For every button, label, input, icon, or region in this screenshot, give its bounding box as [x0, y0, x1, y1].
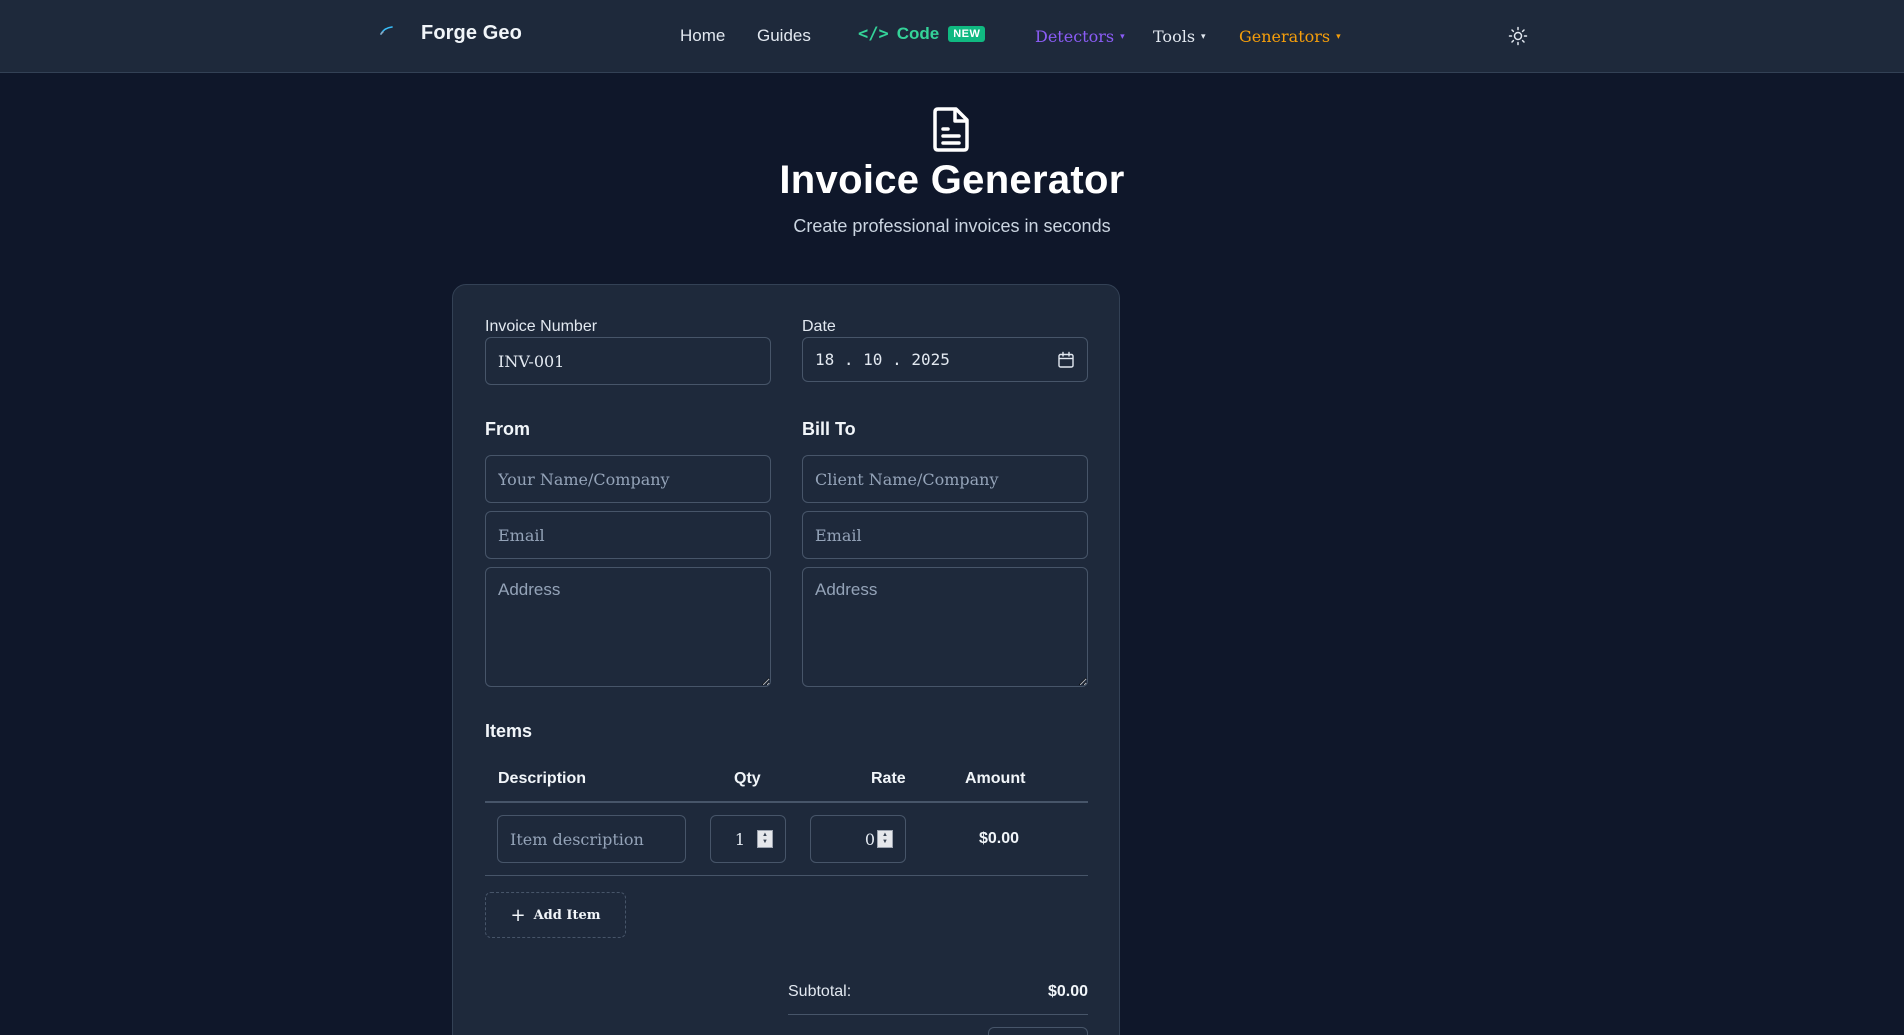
- invoice-number-label: Invoice Number: [485, 318, 598, 335]
- subtotal-label: Subtotal:: [788, 983, 852, 1000]
- item-qty-value: 1: [734, 829, 745, 849]
- date-label: Date: [802, 318, 836, 335]
- table-row-divider: [485, 875, 1088, 876]
- chevron-down-icon: ▾: [1336, 31, 1341, 42]
- column-header-amount: Amount: [965, 770, 1026, 787]
- brand-name: Forge Geo: [421, 22, 522, 44]
- plus-icon: +: [510, 904, 526, 926]
- nav-tools-label: Tools: [1153, 27, 1196, 46]
- document-icon: [933, 107, 969, 152]
- item-rate-input[interactable]: 0 ▲ ▼: [810, 815, 906, 863]
- qty-stepper-icon[interactable]: ▲ ▼: [757, 830, 773, 848]
- client-email-input[interactable]: [802, 511, 1088, 559]
- rate-stepper-icon[interactable]: ▲ ▼: [877, 830, 893, 848]
- item-description-input[interactable]: [497, 815, 686, 863]
- nav-generators-label: Generators: [1239, 27, 1331, 46]
- nav-code[interactable]: </> Code NEW: [858, 24, 986, 44]
- client-address-input[interactable]: [802, 567, 1088, 687]
- subtotal-divider: [788, 1014, 1088, 1015]
- billto-section-title: Bill To: [802, 419, 856, 439]
- code-icon: </>: [858, 24, 889, 44]
- nav-tools-dropdown[interactable]: Tools ▾: [1153, 27, 1206, 46]
- nav-generators-dropdown[interactable]: Generators ▾: [1239, 27, 1341, 46]
- nav-code-label: Code: [896, 24, 940, 43]
- item-qty-input[interactable]: 1 ▲ ▼: [710, 815, 786, 863]
- invoice-form-card: Invoice Number Date 18 . 10 . 2025 From …: [452, 284, 1120, 1035]
- page-subtitle: Create professional invoices in seconds: [793, 216, 1111, 236]
- column-header-qty: Qty: [734, 770, 761, 787]
- nav-guides[interactable]: Guides: [757, 26, 811, 46]
- chevron-down-icon: ▾: [1120, 31, 1125, 42]
- chevron-down-icon: ▾: [1201, 31, 1206, 42]
- client-name-input[interactable]: [802, 455, 1088, 503]
- tax-rate-input[interactable]: [988, 1027, 1088, 1035]
- add-item-button[interactable]: + Add Item: [485, 892, 626, 938]
- column-header-rate: Rate: [871, 770, 906, 787]
- brand-logo-icon: [380, 25, 393, 35]
- from-section-title: From: [485, 419, 530, 439]
- column-header-description: Description: [498, 770, 587, 787]
- sun-icon[interactable]: [1508, 26, 1528, 46]
- date-value: 18 . 10 . 2025: [815, 350, 950, 369]
- subtotal-value: $0.00: [1047, 983, 1088, 1000]
- date-input[interactable]: 18 . 10 . 2025: [802, 337, 1088, 382]
- page-title: Invoice Generator: [779, 158, 1125, 202]
- items-section-title: Items: [485, 721, 533, 741]
- from-address-input[interactable]: [485, 567, 771, 687]
- nav-detectors-label: Detectors: [1035, 27, 1115, 46]
- brand[interactable]: Forge Geo: [378, 22, 522, 45]
- navbar: Forge Geo Home Guides </> Code NEW Detec…: [0, 0, 1904, 73]
- table-header-divider: [485, 801, 1088, 803]
- calendar-icon[interactable]: [1057, 351, 1075, 369]
- item-rate-value: 0: [864, 829, 875, 849]
- invoice-number-input[interactable]: [485, 337, 771, 385]
- item-amount: $0.00: [979, 830, 1020, 847]
- nav-home[interactable]: Home: [680, 26, 725, 46]
- add-item-label: Add Item: [533, 907, 601, 923]
- nav-detectors-dropdown[interactable]: Detectors ▾: [1035, 27, 1125, 46]
- from-email-input[interactable]: [485, 511, 771, 559]
- from-name-input[interactable]: [485, 455, 771, 503]
- new-badge: NEW: [948, 26, 986, 42]
